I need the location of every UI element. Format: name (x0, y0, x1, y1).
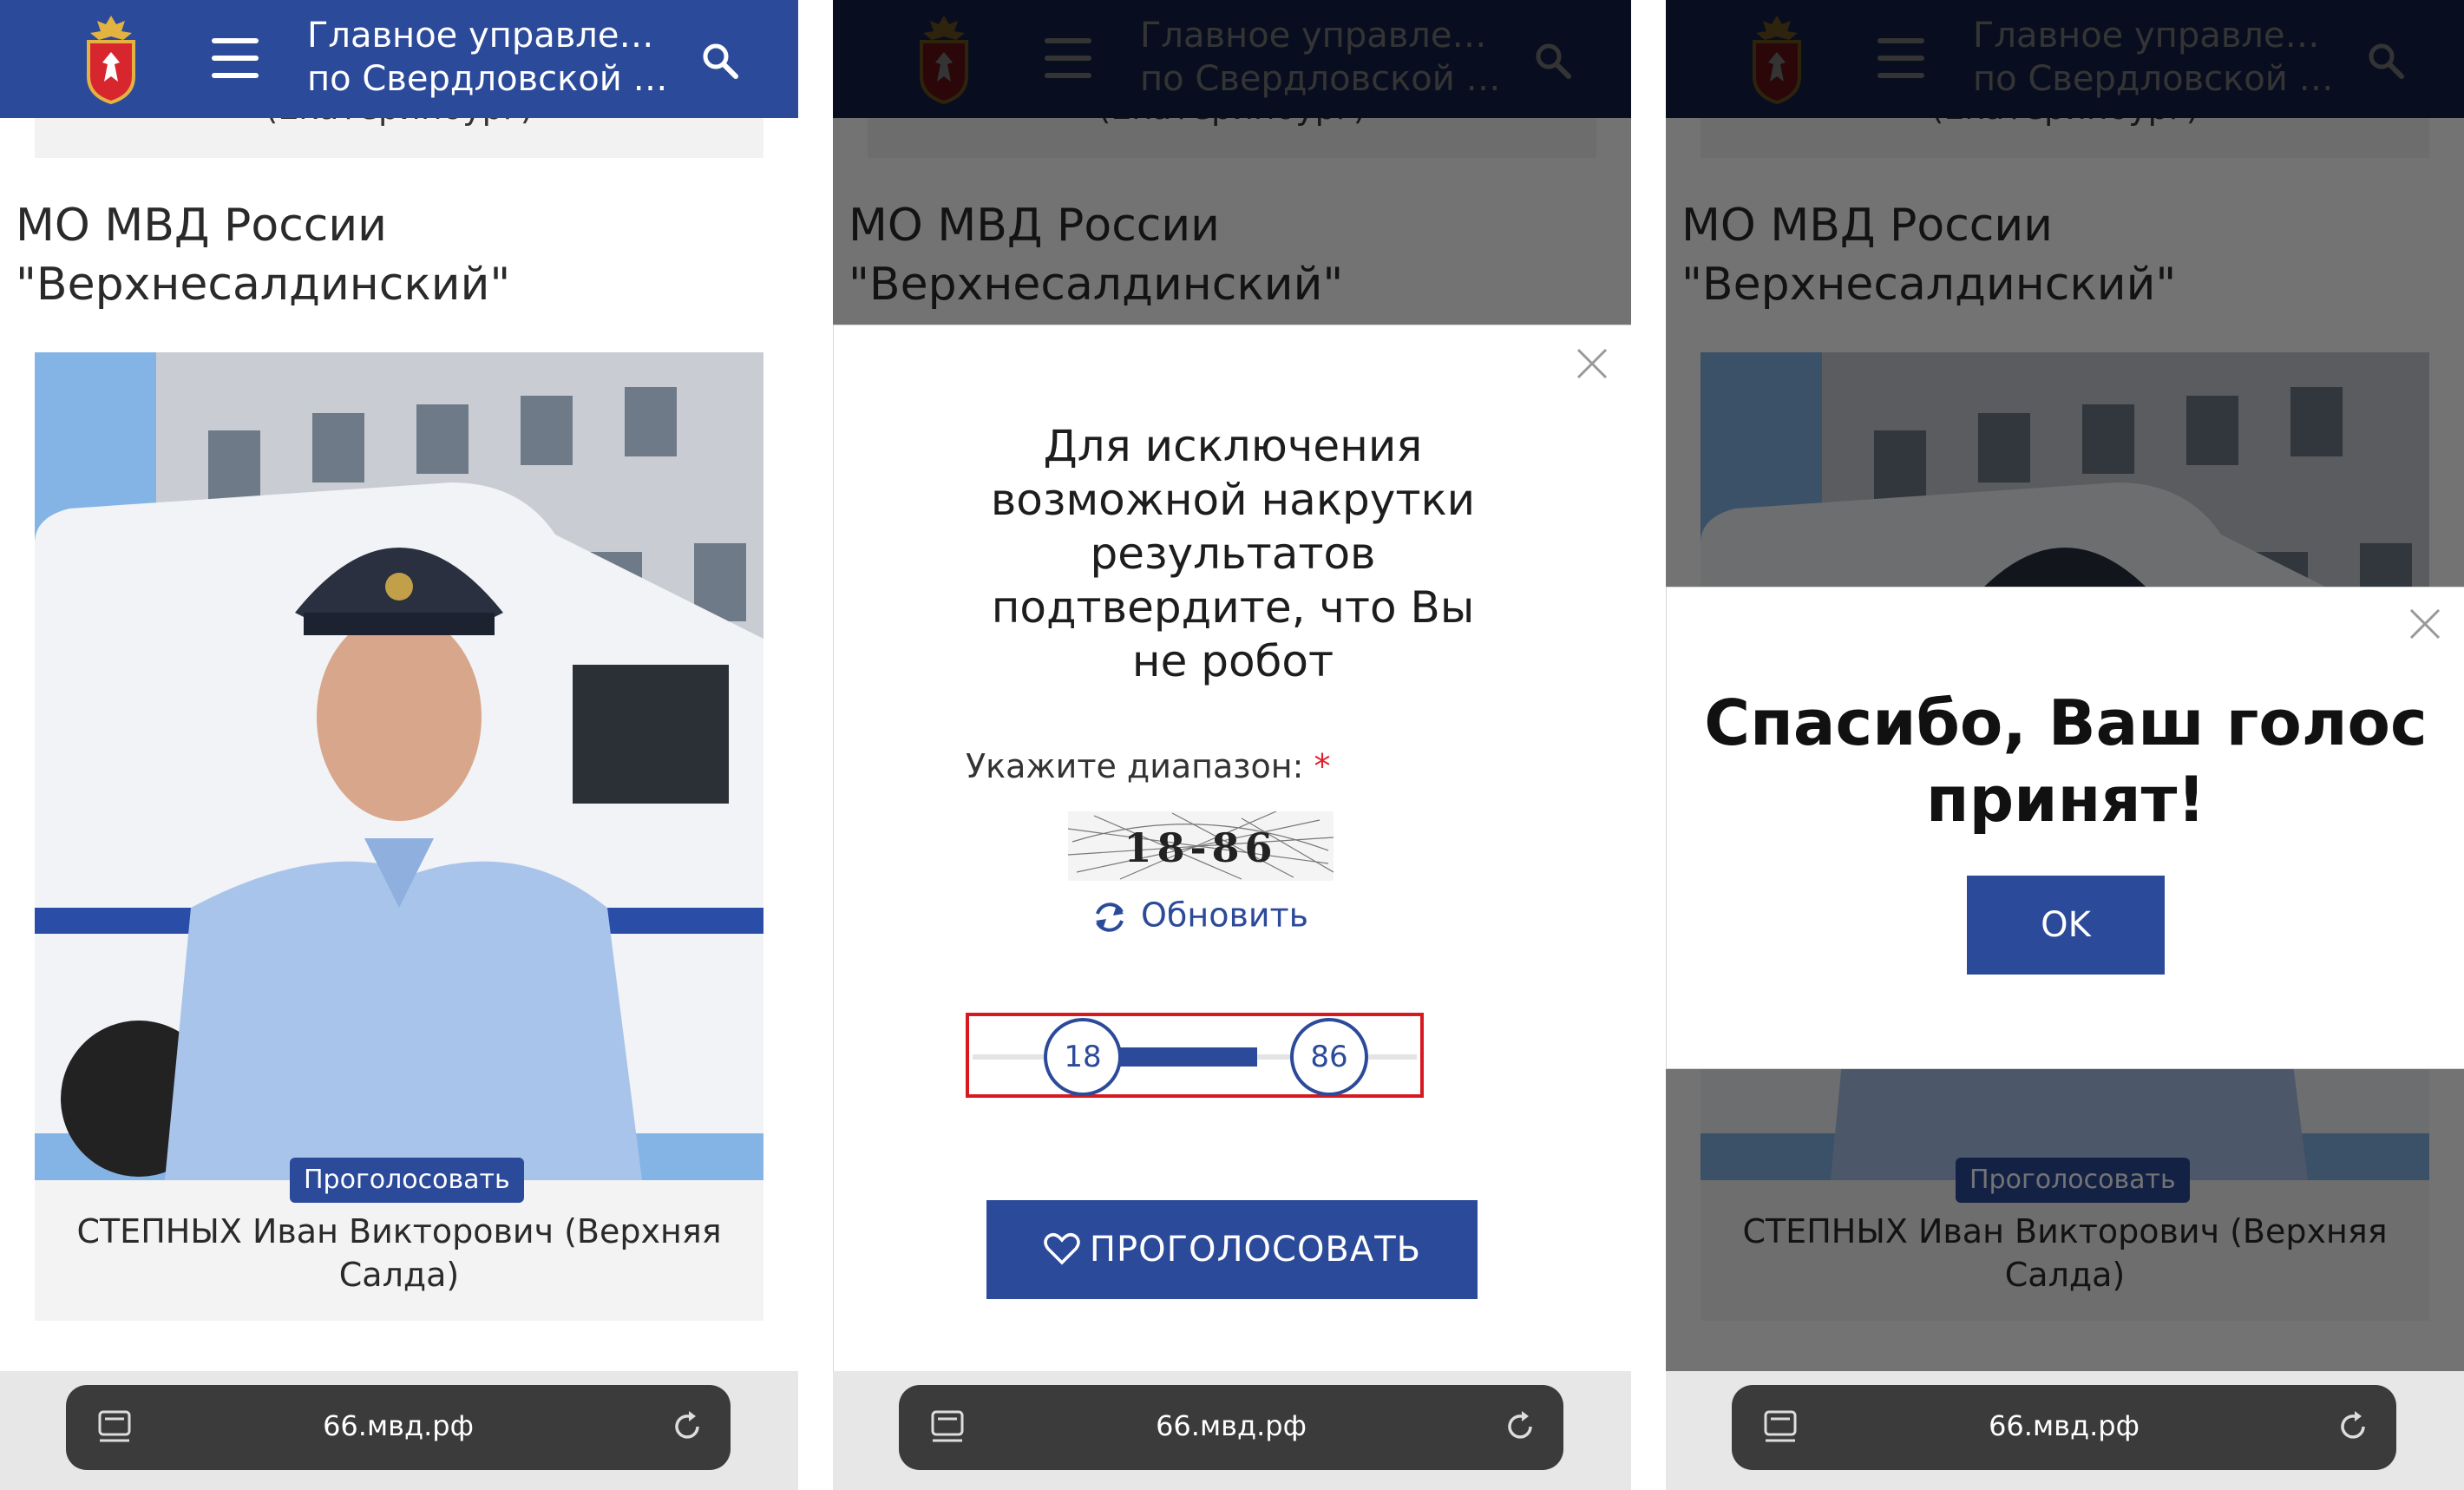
screen-captcha: Главное управлени... по Свердловской о..… (833, 0, 1631, 1490)
department-title: МО МВД России "Верхнесалдинский" (16, 200, 511, 311)
close-icon[interactable] (1573, 345, 1611, 383)
header-dim (833, 0, 1631, 118)
captcha-modal: Для исключения возможной накрутки резуль… (833, 325, 1631, 1373)
url-text: 66.мвд.рф (323, 1409, 474, 1442)
captcha-image: 18-86 (1068, 811, 1334, 881)
mvd-emblem-icon[interactable] (76, 12, 146, 106)
address-bar[interactable]: 66.мвд.рф (1732, 1385, 2396, 1470)
reload-icon[interactable] (668, 1408, 706, 1446)
range-slider[interactable]: 18 86 (966, 1013, 1424, 1098)
refresh-icon (1096, 903, 1124, 932)
candidate-name: СТЕПНЫХ Иван Викторович (Верхняя Салда) (76, 1212, 722, 1294)
thanks-message: Спасибо, Ваш голос принят! (1704, 686, 2428, 836)
address-bar[interactable]: 66.мвд.рф (66, 1385, 731, 1470)
menu-icon[interactable] (212, 38, 259, 78)
vote-badge-button[interactable]: Проголосовать (290, 1158, 524, 1203)
captcha-heading: Для исключения возможной накрутки резуль… (990, 421, 1476, 686)
heart-icon (1044, 1233, 1080, 1265)
header-dim (1666, 0, 2464, 118)
screen-voting-page: Главное управлени... по Свердловской о..… (0, 0, 798, 1490)
close-icon[interactable] (2406, 605, 2444, 643)
ok-button[interactable]: OK (1967, 876, 2165, 975)
address-bar[interactable]: 66.мвд.рф (899, 1385, 1563, 1470)
captcha-text: 18-86 (1124, 824, 1277, 871)
candidate-photo (35, 352, 763, 1180)
required-mark: * (1314, 747, 1331, 785)
reload-icon[interactable] (1501, 1408, 1539, 1446)
site-header: Главное управлени... по Свердловской о..… (0, 0, 798, 118)
vote-accepted-modal: Спасибо, Ваш голос принят! OK (1666, 587, 2464, 1069)
url-text: 66.мвд.рф (1156, 1409, 1307, 1442)
search-icon[interactable] (699, 40, 741, 82)
url-text: 66.мвд.рф (1989, 1409, 2140, 1442)
candidate-card[interactable]: Проголосовать СТЕПНЫХ Иван Викторович (В… (35, 352, 763, 1321)
slider-handle-max[interactable]: 86 (1290, 1018, 1368, 1096)
refresh-captcha-link[interactable]: Обновить (1091, 895, 1308, 940)
range-label: Укажите диапазон: * (966, 747, 1331, 785)
screen-vote-accepted: Главное управлени... по Свердловской о..… (1666, 0, 2464, 1490)
slider-handle-min[interactable]: 18 (1044, 1018, 1122, 1096)
vote-submit-button[interactable]: ПРОГОЛОСОВАТЬ (986, 1200, 1478, 1299)
site-title[interactable]: Главное управлени... по Свердловской о..… (307, 14, 672, 101)
reload-icon[interactable] (2334, 1408, 2372, 1446)
